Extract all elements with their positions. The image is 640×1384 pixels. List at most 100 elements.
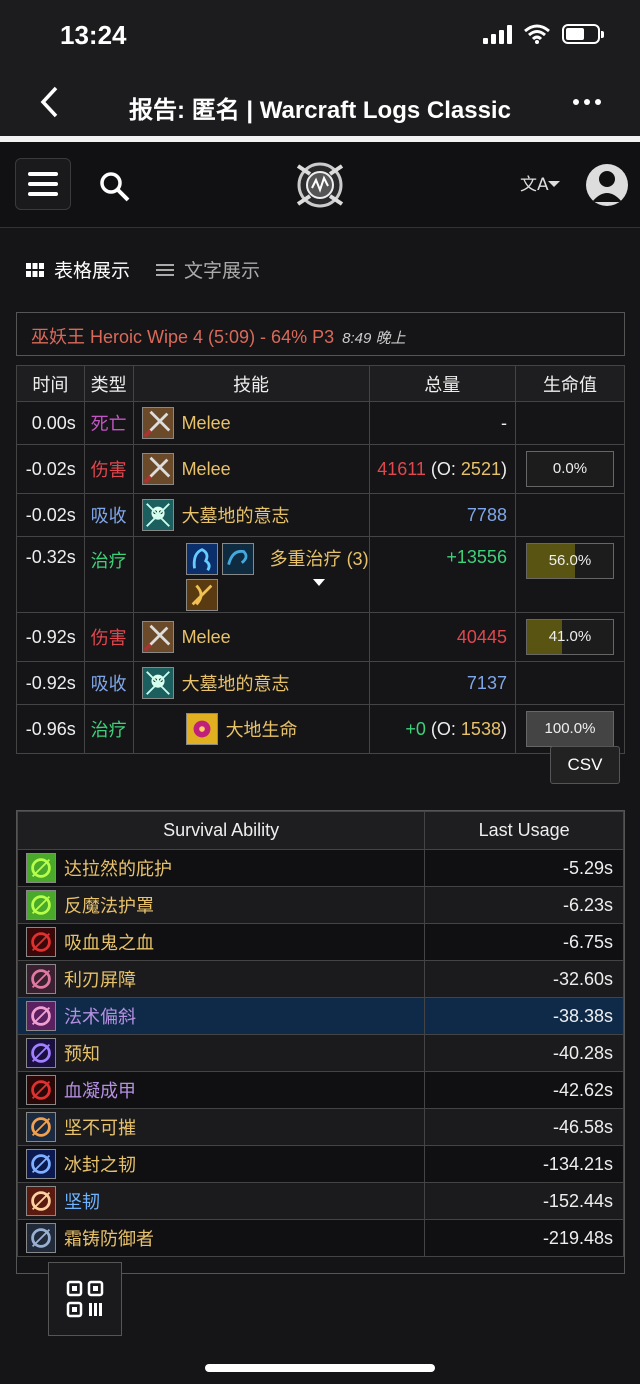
table-row[interactable]: 坚不可摧 -46.58s	[16, 1108, 624, 1146]
warcraft-logs-logo-icon[interactable]	[294, 160, 346, 210]
table-row[interactable]: 利刃屏障 -32.60s	[16, 960, 624, 998]
col-header-hp[interactable]: 生命值	[514, 365, 626, 402]
event-ability[interactable]: Melee	[132, 444, 370, 494]
col-header-ability[interactable]: 技能	[132, 365, 370, 402]
table-row: -0.96s 治疗 大地生命 +0 (O: 1538) 100.0%	[16, 704, 626, 754]
table-row[interactable]: 反魔法护罩 -6.23s	[16, 886, 624, 924]
survival-ability-name[interactable]: 霜铸防御者	[16, 1219, 426, 1257]
death-events-table: 时间 类型 技能 总量 生命值 0.00s 死亡 Melee - -0.02s …	[16, 365, 626, 754]
cellular-signal-icon	[483, 24, 512, 44]
overheal-value: 1538	[460, 718, 501, 739]
table-row[interactable]: 霜铸防御者 -219.48s	[16, 1219, 624, 1257]
status-time: 13:24	[60, 20, 127, 50]
ability-label: 反魔法护罩	[64, 896, 154, 916]
event-time: -0.02s	[16, 493, 85, 537]
page-title: 报告: 匿名 | Warcraft Logs Classic	[129, 97, 511, 124]
ability-label: 预知	[64, 1044, 100, 1064]
last-usage-value: -46.58s	[424, 1108, 624, 1146]
table-row[interactable]: 血凝成甲 -42.62s	[16, 1071, 624, 1109]
survival-ability-name[interactable]: 坚不可摧	[16, 1108, 426, 1146]
survival-rows: 达拉然的庇护 -5.29s 反魔法护罩 -6.23s 吸血鬼之血 -6.75s 利刃屏障 -3…	[16, 849, 624, 1257]
table-row[interactable]: 坚韧 -152.44s	[16, 1182, 624, 1220]
survival-ability-name[interactable]: 反魔法护罩	[16, 886, 426, 924]
hp-bar: 41.0%	[525, 619, 614, 655]
col-header-amount[interactable]: 总量	[368, 365, 516, 402]
overheal-prefix: (O:	[430, 718, 461, 739]
table-row: -0.92s 吸收 大墓地的意志 7137	[16, 661, 626, 705]
survival-ability-name[interactable]: 冰封之韧	[16, 1145, 426, 1183]
event-ability[interactable]: Melee	[132, 612, 370, 662]
hamburger-menu-icon[interactable]	[15, 158, 71, 210]
event-ability[interactable]: 大墓地的意志	[132, 493, 370, 537]
event-ability[interactable]: 多重治疗 (3)	[132, 536, 370, 613]
tab-table-label: 表格展示	[54, 261, 131, 282]
will-of-necropolis-icon	[141, 499, 174, 531]
hp-bar: 0.0%	[525, 451, 614, 487]
ability-label: 坚不可摧	[64, 1118, 136, 1138]
app-header: 报告: 匿名 | Warcraft Logs Classic	[0, 70, 640, 136]
ability-label: 冰封之韧	[64, 1155, 136, 1175]
event-amount: 40445	[368, 612, 516, 662]
ability-label: 大墓地的意志	[181, 506, 290, 526]
fight-time: 8:49 晚上	[342, 330, 406, 347]
event-time: -0.32s	[16, 536, 85, 613]
site-navbar: 文A	[0, 142, 640, 228]
last-usage-value: -6.23s	[424, 886, 624, 924]
search-icon[interactable]	[98, 170, 130, 202]
survival-ability-name[interactable]: 血凝成甲	[16, 1071, 426, 1109]
table-row[interactable]: 吸血鬼之血 -6.75s	[16, 923, 624, 961]
last-usage-value: -134.21s	[424, 1145, 624, 1183]
home-indicator[interactable]	[205, 1364, 435, 1372]
csv-export-button[interactable]: CSV	[550, 746, 620, 784]
view-mode-tabs: 表格展示 文字展示	[26, 256, 260, 283]
ability-label: 血凝成甲	[64, 1081, 136, 1101]
hp-value: 0.0%	[552, 460, 588, 477]
premonition-icon	[26, 1038, 56, 1068]
ability-label: 坚韧	[64, 1192, 100, 1212]
water-spirit-icon	[185, 543, 218, 575]
event-ability[interactable]: 大墓地的意志	[132, 661, 370, 705]
col-header-time[interactable]: 时间	[16, 365, 85, 402]
melee-icon	[141, 621, 174, 653]
table-row: -0.92s 伤害 Melee 40445 41.0%	[16, 612, 626, 662]
last-usage-value: -6.75s	[424, 923, 624, 961]
expand-caret-icon[interactable]	[313, 579, 326, 587]
event-time: 0.00s	[16, 401, 85, 445]
col-header-survival-ability[interactable]: Survival Ability	[16, 811, 426, 850]
more-options-icon[interactable]	[572, 84, 602, 127]
event-amount: +13556	[368, 536, 516, 613]
will-of-necropolis-icon	[141, 667, 174, 699]
overkill-value: 2521	[460, 458, 501, 479]
ability-label: Melee	[181, 412, 231, 433]
earthliving-icon	[185, 579, 218, 611]
event-time: -0.92s	[16, 612, 85, 662]
ability-label: 多重治疗 (3)	[269, 549, 369, 569]
tab-text-view[interactable]: 文字展示	[156, 256, 260, 283]
vampiric-blood-icon	[26, 927, 56, 957]
ability-label: 达拉然的庇护	[64, 859, 172, 879]
survival-ability-name[interactable]: 吸血鬼之血	[16, 923, 426, 961]
survival-ability-name[interactable]: 达拉然的庇护	[16, 849, 426, 887]
table-row[interactable]: 冰封之韧 -134.21s	[16, 1145, 624, 1183]
survival-ability-name[interactable]: 预知	[16, 1034, 426, 1072]
event-hp: 0.0%	[514, 444, 626, 494]
survival-ability-name[interactable]: 坚韧	[16, 1182, 426, 1220]
table-row: -0.32s 治疗 多重治疗 (3) +13556 56.0%	[16, 536, 626, 613]
survival-ability-name[interactable]: 法术偏斜	[16, 997, 426, 1035]
table-row: 0.00s 死亡 Melee -	[16, 401, 626, 445]
table-row[interactable]: 预知 -40.28s	[16, 1034, 624, 1072]
table-row[interactable]: 达拉然的庇护 -5.29s	[16, 849, 624, 887]
col-header-type[interactable]: 类型	[83, 365, 134, 402]
tab-table-view[interactable]: 表格展示	[26, 256, 130, 283]
language-selector[interactable]: 文A	[520, 172, 564, 202]
table-row[interactable]: 法术偏斜 -38.38s	[16, 997, 624, 1035]
event-time: -0.02s	[16, 444, 85, 494]
col-header-last-usage[interactable]: Last Usage	[424, 811, 624, 850]
event-ability[interactable]: Melee	[132, 401, 370, 445]
event-hp	[514, 401, 626, 445]
qr-code-button[interactable]	[48, 1262, 122, 1336]
survival-ability-name[interactable]: 利刃屏障	[16, 960, 426, 998]
event-ability[interactable]: 大地生命	[132, 704, 370, 754]
event-hp: 41.0%	[514, 612, 626, 662]
account-avatar-icon[interactable]	[586, 164, 628, 206]
